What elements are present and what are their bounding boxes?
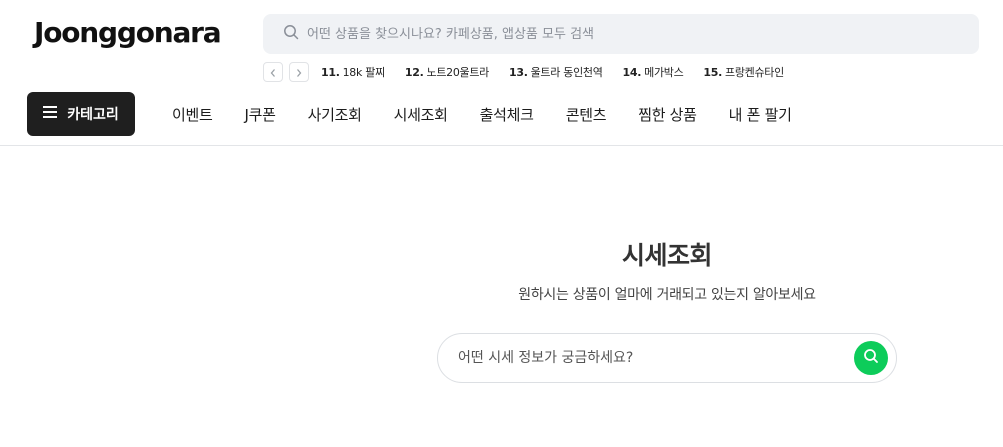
price-search-bar[interactable] bbox=[437, 333, 897, 383]
chevron-left-icon bbox=[269, 63, 277, 82]
category-button[interactable]: 카테고리 bbox=[27, 92, 135, 136]
nav-item-attendance[interactable]: 출석체크 bbox=[480, 104, 534, 125]
popular-keywords: 11. 18k 팔찌 12. 노트20울트라 13. 울트라 동인천역 14. 메가박스… bbox=[263, 61, 804, 83]
keyword-item[interactable]: 12. 노트20울트라 bbox=[405, 64, 489, 80]
nav-item-j-coupon[interactable]: J쿠폰 bbox=[245, 104, 276, 125]
nav-item-event[interactable]: 이벤트 bbox=[172, 104, 213, 125]
nav-item-contents[interactable]: 콘텐츠 bbox=[566, 104, 607, 125]
keyword-item[interactable]: 13. 울트라 동인천역 bbox=[509, 64, 603, 80]
prev-keywords-button[interactable] bbox=[263, 62, 283, 82]
chevron-right-icon bbox=[295, 63, 303, 82]
global-search-input[interactable] bbox=[307, 26, 947, 42]
nav-item-price-check[interactable]: 시세조회 bbox=[394, 104, 448, 125]
next-keywords-button[interactable] bbox=[289, 62, 309, 82]
logo[interactable]: Joonggonara bbox=[34, 16, 222, 50]
price-search-input[interactable] bbox=[458, 350, 854, 366]
page-title: 시세조회 bbox=[621, 241, 713, 270]
keyword-item[interactable]: 11. 18k 팔찌 bbox=[321, 64, 385, 80]
global-search-bar[interactable] bbox=[263, 14, 979, 54]
search-icon bbox=[863, 348, 879, 368]
keyword-item[interactable]: 15. 프랑켄슈타인 bbox=[703, 64, 784, 80]
keyword-item[interactable]: 14. 메가박스 bbox=[623, 64, 684, 80]
category-label: 카테고리 bbox=[67, 107, 119, 123]
search-icon bbox=[283, 24, 299, 44]
main-nav: 이벤트 J쿠폰 사기조회 시세조회 출석체크 콘텐츠 찜한 상품 내 폰 팔기 bbox=[172, 92, 824, 136]
header-divider bbox=[0, 145, 1003, 146]
menu-icon bbox=[43, 106, 67, 122]
nav-item-sell-phone[interactable]: 내 폰 팔기 bbox=[729, 104, 792, 125]
nav-item-fraud-check[interactable]: 사기조회 bbox=[308, 104, 362, 125]
price-search-button[interactable] bbox=[854, 341, 888, 375]
nav-item-wishlist[interactable]: 찜한 상품 bbox=[638, 104, 697, 125]
page-subtitle: 원하시는 상품이 얼마에 거래되고 있는지 알아보세요 bbox=[518, 287, 816, 303]
